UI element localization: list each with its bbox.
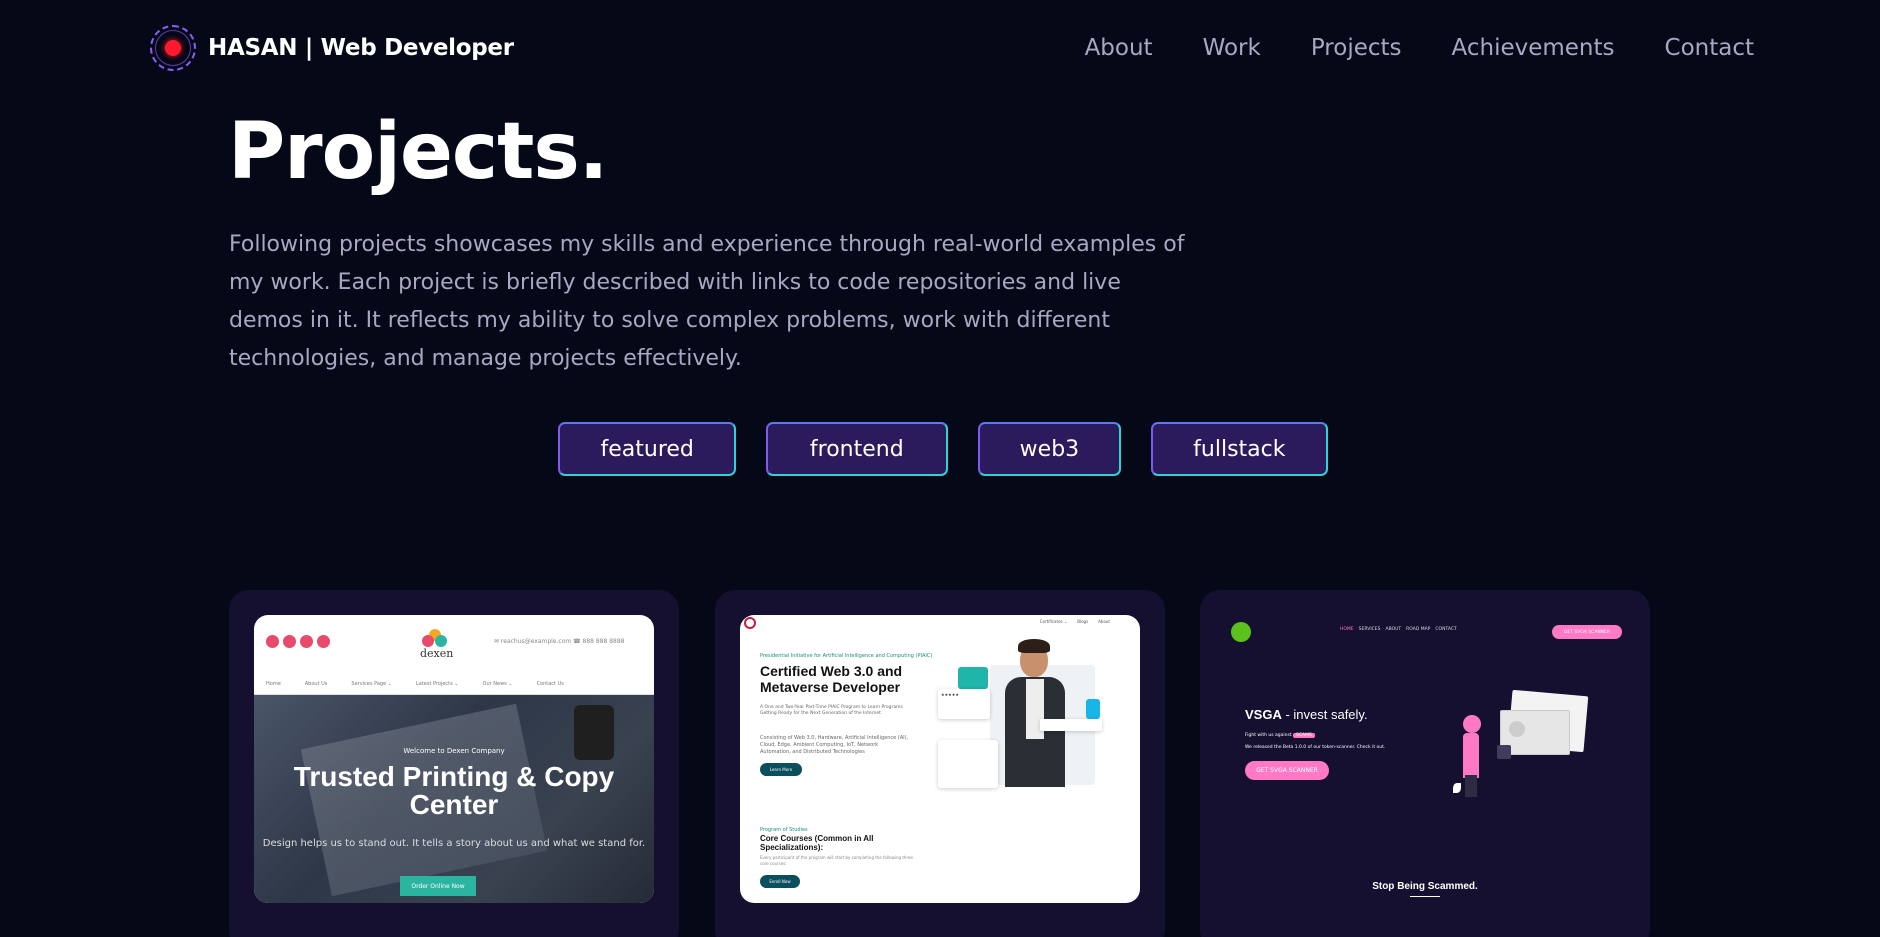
vsga-menu: HOME SERVICES ABOUT ROAD MAP CONTACT <box>1340 627 1457 632</box>
project-card[interactable]: dexen ✉ reachus@example.com ☎ 888 888 88… <box>229 590 679 937</box>
vsga-menu-item: HOME <box>1340 627 1354 632</box>
vsga-menu-item: CONTACT <box>1435 627 1457 632</box>
project-card[interactable]: Certificates ⌄ Blogs About Presidential … <box>715 590 1165 937</box>
vsga-headline: VSGA - invest safely. <box>1245 707 1368 722</box>
piaic-tag: Presidential Initiative for Artificial I… <box>760 653 933 659</box>
piaic-logo-icon <box>744 617 756 629</box>
vsga-release-text: We released the Beta 1.0.0 of our token-… <box>1245 745 1386 750</box>
nav-link-achievements[interactable]: Achievements <box>1452 35 1615 61</box>
piaic-menu-item: About <box>1098 619 1110 624</box>
dexen-menu-item: Contact Us <box>536 681 564 687</box>
piaic-menu-item: Blogs <box>1077 619 1089 624</box>
piaic-menu: Certificates ⌄ Blogs About <box>1040 619 1110 624</box>
filter-featured-button[interactable]: featured <box>558 422 736 476</box>
dexen-menu-item: About Us <box>304 681 328 687</box>
vsga-footer-text: Stop Being Scammed. <box>1372 881 1478 892</box>
brand-name: HASAN | Web Developer <box>208 35 514 61</box>
info-card <box>938 740 998 788</box>
project-screenshot[interactable]: HOME SERVICES ABOUT ROAD MAP CONTACT GET… <box>1225 615 1625 903</box>
dexen-cta: Order Online Now <box>400 876 476 896</box>
dexen-headline: Trusted Printing & Copy Center <box>293 761 615 820</box>
filter-frontend-button[interactable]: frontend <box>765 422 948 476</box>
dexen-menu-item: Services Page ⌄ <box>351 681 392 687</box>
filter-bar: featured frontend web3 fullstack <box>0 422 1880 476</box>
vsga-top-cta: GET SVGA SCANNER <box>1552 625 1622 639</box>
piaic-headline: Certified Web 3.0 and Metaverse Develope… <box>760 663 903 695</box>
vsga-fight-text: Fight with us against SCAMS <box>1245 733 1315 738</box>
screenshot-header: dexen ✉ reachus@example.com ☎ 888 888 88… <box>254 615 654 695</box>
project-screenshot[interactable]: dexen ✉ reachus@example.com ☎ 888 888 88… <box>254 615 654 903</box>
nav-links: About Work Projects Achievements Contact <box>1085 35 1754 61</box>
nav-link-contact[interactable]: Contact <box>1665 35 1754 61</box>
dexen-menu-item: Latest Projects ⌄ <box>415 681 459 687</box>
lock-icon <box>1497 745 1511 759</box>
piaic-tag2: Program of Studies <box>760 827 808 833</box>
piaic-intro: A One and Two-Year Part-Time PIAIC Progr… <box>760 705 903 716</box>
project-screenshot[interactable]: Certificates ⌄ Blogs About Presidential … <box>740 615 1140 903</box>
dexen-logo-icon <box>422 629 448 647</box>
dexen-welcome: Welcome to Dexen Company <box>403 747 505 755</box>
dexen-menu-item: Our News ⌄ <box>482 681 513 687</box>
nav-link-work[interactable]: Work <box>1203 35 1261 61</box>
brand-logo-icon <box>150 25 196 71</box>
top-navbar: HASAN | Web Developer About Work Project… <box>0 0 1880 96</box>
dexen-subtitle: Design helps us to stand out. It tells a… <box>262 838 646 849</box>
piaic-text2: Every participant of the program will st… <box>760 855 913 866</box>
dexen-hero: Welcome to Dexen Company Trusted Printin… <box>254 695 654 903</box>
filter-web3-button[interactable]: web3 <box>977 422 1122 476</box>
project-card[interactable]: HOME SERVICES ABOUT ROAD MAP CONTACT GET… <box>1200 590 1650 937</box>
reviewer-card: ★★★★★ <box>938 689 990 719</box>
dexen-menu: Home About Us Services Page ⌄ Latest Pro… <box>266 681 564 687</box>
brand-link[interactable]: HASAN | Web Developer <box>150 25 514 71</box>
piaic-learn-more: Learn More <box>760 763 802 776</box>
page-title: Projects. <box>228 107 608 197</box>
dexen-contact: ✉ reachus@example.com ☎ 888 888 8888 <box>494 638 625 645</box>
vsga-menu-item: ROAD MAP <box>1406 627 1431 632</box>
vsga-menu-item: SERVICES <box>1358 627 1381 632</box>
piaic-headline2: Core Courses (Common in All Specializati… <box>760 834 874 852</box>
dexen-menu-item: Home <box>266 681 281 687</box>
piaic-menu-item: Certificates ⌄ <box>1039 619 1068 624</box>
nav-link-projects[interactable]: Projects <box>1311 35 1402 61</box>
page-description: Following projects showcases my skills a… <box>229 232 1185 371</box>
dexen-wordmark: dexen <box>420 647 454 660</box>
nav-link-about[interactable]: About <box>1085 35 1153 61</box>
vsga-cta: GET SVGA SCANNER <box>1245 761 1329 780</box>
piaic-enroll: Enroll Now <box>760 875 800 888</box>
piaic-text: Consisting of Web 3.0, Hardware, Artific… <box>760 735 909 755</box>
vsga-logo-icon <box>1231 622 1251 642</box>
filter-fullstack-button[interactable]: fullstack <box>1151 422 1328 476</box>
chip-card <box>1040 719 1102 731</box>
social-icons <box>266 635 330 648</box>
vsga-menu-item: ABOUT <box>1385 627 1402 632</box>
